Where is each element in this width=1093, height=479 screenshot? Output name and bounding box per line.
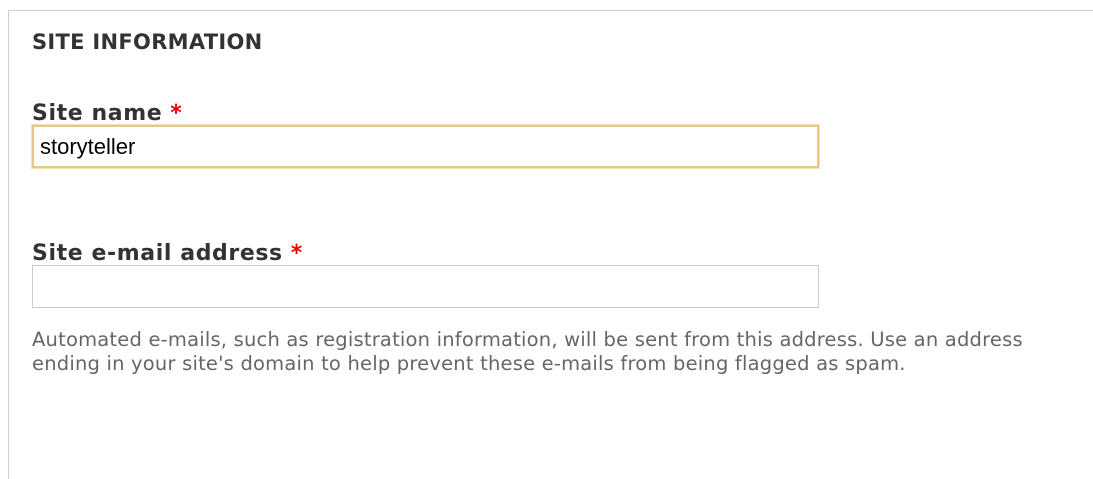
site-name-required-marker: *: [170, 101, 183, 126]
site-email-label: Site e-mail address *: [32, 241, 303, 266]
site-email-required-marker: *: [290, 241, 303, 266]
site-name-input[interactable]: [32, 125, 819, 168]
site-name-label-text: Site name: [32, 101, 163, 126]
site-email-label-text: Site e-mail address: [32, 241, 283, 266]
site-email-input[interactable]: [32, 265, 819, 308]
site-name-label: Site name *: [32, 101, 182, 126]
fieldset-legend: SITE INFORMATION: [32, 30, 263, 54]
site-email-description: Automated e-mails, such as registration …: [32, 328, 1023, 375]
